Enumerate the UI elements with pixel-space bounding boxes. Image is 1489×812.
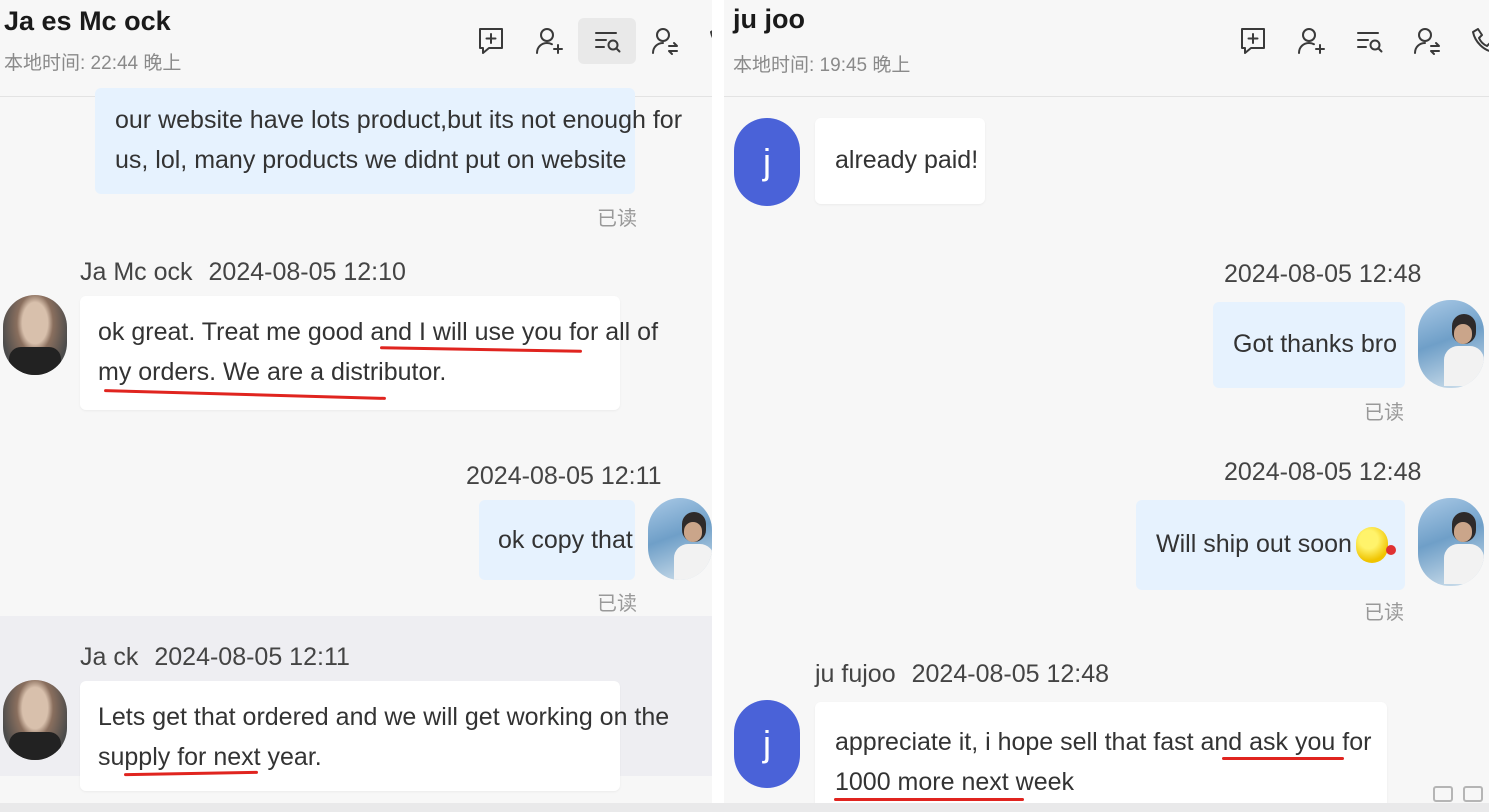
- read-status: 已读: [597, 208, 637, 230]
- message-text: ok copy that: [498, 526, 633, 554]
- add-contact-button[interactable]: [520, 18, 578, 64]
- message-bubble[interactable]: ok copy that: [479, 500, 635, 580]
- header-toolbar: [462, 18, 712, 64]
- add-chat-button[interactable]: [462, 18, 520, 64]
- transfer-contact-button[interactable]: [1398, 18, 1456, 64]
- annotation-underline: [834, 798, 1024, 801]
- message-bubble[interactable]: our website have lots product,but its no…: [95, 88, 683, 194]
- sender-name: Ja Mc ock: [80, 258, 193, 286]
- transfer-contact-icon: [1414, 28, 1440, 55]
- contact-name: Ja es Mc ock: [4, 6, 171, 36]
- read-status: 已读: [1364, 602, 1404, 624]
- bottom-scroll-strip: [0, 803, 1489, 812]
- avatar[interactable]: [3, 295, 67, 375]
- message-meta: Ja Mc ock 2024-08-05 12:10: [80, 258, 406, 287]
- message-text: 1000 more next week: [835, 768, 1075, 796]
- message-text: Got thanks bro: [1233, 330, 1397, 358]
- panel-divider: [712, 0, 724, 812]
- message-time: 2024-08-05 12:48: [1224, 458, 1422, 486]
- contact-name: ju joo: [733, 4, 805, 34]
- chat-panel-left: Ja es Mc ock 本地时间: 22:44 晚上 our website …: [0, 0, 712, 812]
- message-text: already paid!: [835, 146, 979, 174]
- chat-header: Ja es Mc ock 本地时间: 22:44 晚上: [0, 0, 712, 97]
- transfer-contact-button[interactable]: [636, 18, 694, 64]
- add-contact-icon: [536, 28, 563, 54]
- add-contact-icon: [1298, 28, 1325, 54]
- search-history-icon: [595, 32, 621, 53]
- message-bubble[interactable]: Will ship out soon: [1136, 500, 1405, 590]
- phone-button[interactable]: [1456, 18, 1489, 64]
- message-time: 2024-08-05 12:10: [208, 258, 406, 286]
- message-text: my orders. We are a distributor.: [98, 358, 447, 386]
- add-contact-button[interactable]: [1282, 18, 1340, 64]
- annotation-underline: [1222, 757, 1344, 760]
- avatar[interactable]: [3, 680, 67, 760]
- message-bubble[interactable]: Got thanks bro: [1213, 302, 1405, 388]
- phone-button[interactable]: [694, 18, 712, 64]
- header-toolbar: [1224, 18, 1489, 64]
- add-chat-button[interactable]: [1224, 18, 1282, 64]
- message-text: appreciate it, i hope sell that fast and…: [835, 728, 1372, 756]
- message-bubble[interactable]: already paid!: [815, 118, 985, 204]
- avatar[interactable]: [1418, 498, 1484, 586]
- local-time: 本地时间: 22:44 晚上: [4, 53, 182, 74]
- avatar[interactable]: j: [734, 118, 800, 206]
- search-history-button[interactable]: [1340, 18, 1398, 64]
- forward-icon[interactable]: [1433, 786, 1453, 802]
- message-list[interactable]: j already paid! 2024-08-05 12:48 Got tha…: [724, 100, 1489, 812]
- read-status: 已读: [1364, 402, 1404, 424]
- message-text: us, lol, many products we didnt put on w…: [115, 146, 627, 174]
- sender-name: ju fujoo: [815, 660, 896, 688]
- message-time: 2024-08-05 12:48: [1224, 260, 1422, 288]
- local-time: 本地时间: 19:45 晚上: [733, 55, 911, 76]
- avatar[interactable]: j: [734, 700, 800, 788]
- chat-header: ju joo 本地时间: 19:45 晚上: [724, 0, 1489, 97]
- message-time: 2024-08-05 12:11: [154, 643, 350, 671]
- message-meta: ju fujoo 2024-08-05 12:48: [815, 660, 1109, 689]
- search-history-icon: [1357, 32, 1383, 53]
- message-text: Lets get that ordered and we will get wo…: [98, 703, 670, 731]
- sender-name: Ja ck: [80, 643, 139, 671]
- search-history-button[interactable]: [578, 18, 636, 64]
- more-icon[interactable]: [1463, 786, 1483, 802]
- transfer-contact-icon: [652, 28, 678, 55]
- message-text: Will ship out soon: [1156, 530, 1352, 558]
- avatar[interactable]: [1418, 300, 1484, 388]
- message-time: 2024-08-05 12:48: [911, 660, 1110, 688]
- message-text: supply for next year.: [98, 743, 322, 771]
- screenshot-stage: Ja es Mc ock 本地时间: 22:44 晚上 our website …: [0, 0, 1489, 812]
- phone-icon: [1472, 28, 1489, 52]
- message-meta: Ja ck 2024-08-05 12:11: [80, 643, 350, 672]
- read-status: 已读: [597, 593, 637, 615]
- chat-panel-right: ju joo 本地时间: 19:45 晚上 j already paid! 20…: [724, 0, 1489, 812]
- add-chat-icon: [1241, 28, 1265, 54]
- message-text: ok great. Treat me good and I will use y…: [98, 318, 659, 346]
- avatar[interactable]: [648, 498, 712, 580]
- message-time: 2024-08-05 12:11: [466, 462, 662, 490]
- message-list[interactable]: our website have lots product,but its no…: [0, 88, 712, 812]
- add-chat-icon: [479, 28, 503, 54]
- message-text: our website have lots product,but its no…: [115, 106, 683, 134]
- message-actions: [1399, 786, 1489, 806]
- grin-emoji-icon: [1355, 527, 1396, 564]
